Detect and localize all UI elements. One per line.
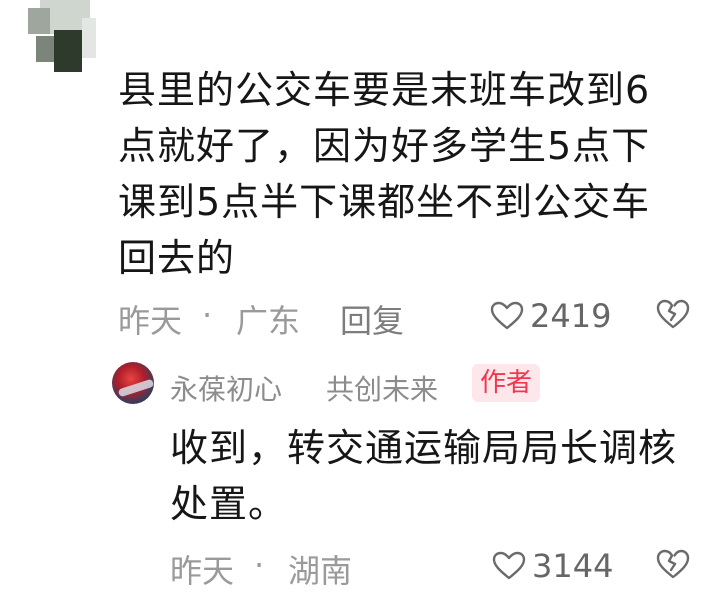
- reply-time: 昨天: [170, 552, 235, 590]
- heart-outline-icon: [490, 301, 524, 330]
- reply-like-button[interactable]: 3144: [492, 544, 613, 588]
- reply-location: 湖南: [288, 552, 353, 590]
- meta-separator: ·: [202, 296, 213, 334]
- author-avatar[interactable]: [112, 362, 154, 404]
- comment-time: 昨天: [118, 302, 183, 340]
- comment-location: 广东: [236, 302, 301, 340]
- comment-text: 县里的公交车要是末班车改到6点就好了，因为好多学生5点下课到5点半下课都坐不到公…: [118, 68, 651, 280]
- broken-heart-icon[interactable]: [656, 548, 690, 580]
- reply-meta-row: 昨天 · 湖南 3144: [170, 540, 700, 592]
- comment-like-count: 2419: [530, 297, 612, 335]
- commenter-avatar[interactable]: [22, 0, 102, 76]
- reply-author-name[interactable]: 永葆初心: [170, 368, 282, 408]
- comment-like-button[interactable]: 2419: [490, 294, 611, 338]
- heart-outline-icon: [492, 551, 526, 580]
- author-badge: 作者: [472, 364, 540, 402]
- comment-meta-row: 昨天 · 广东 回复 2419: [118, 290, 698, 342]
- meta-separator: ·: [254, 546, 265, 584]
- reply-text: 收到，转交通运输局局长调核处置。: [170, 426, 678, 526]
- broken-heart-icon[interactable]: [656, 298, 690, 330]
- reply-like-count: 3144: [532, 547, 614, 585]
- reply-button[interactable]: 回复: [340, 296, 404, 342]
- reply-author-suffix[interactable]: 共创未来: [326, 368, 438, 408]
